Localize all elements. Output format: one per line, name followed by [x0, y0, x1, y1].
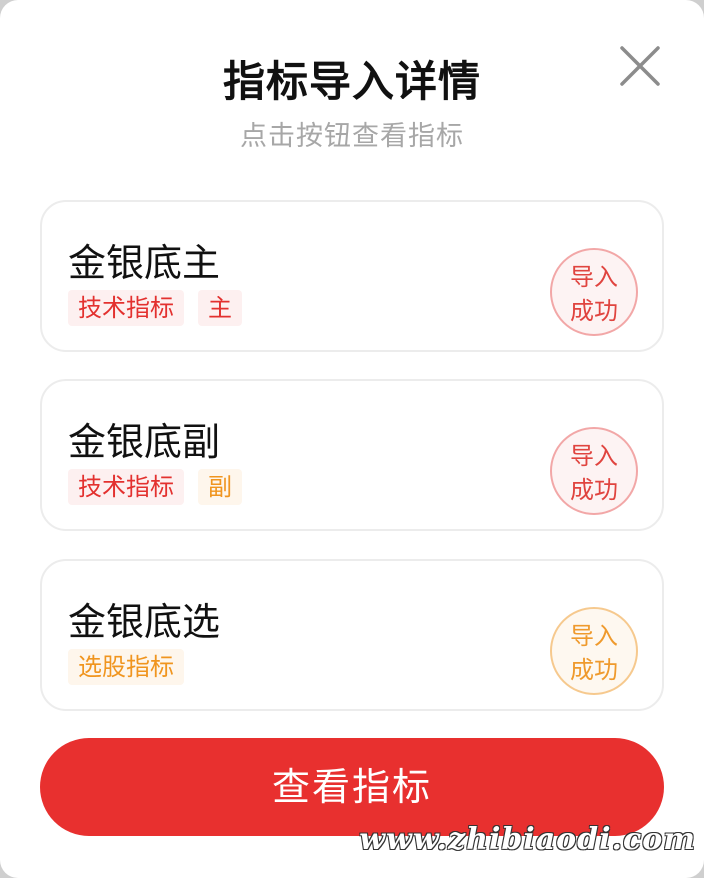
tag-category: 选股指标 [68, 649, 184, 685]
indicator-card: 金银底选 选股指标 导入 成功 [40, 559, 664, 711]
stamp-line-1: 导入 [570, 442, 618, 470]
import-details-dialog: 指标导入详情 点击按钮查看指标 金银底主 技术指标 主 导入 成功 金银底副 技… [0, 0, 704, 878]
stamp-line-2: 成功 [570, 476, 618, 504]
tag-list: 选股指标 [68, 649, 184, 685]
indicator-name: 金银底副 [68, 420, 221, 464]
tag-category: 技术指标 [68, 290, 184, 326]
stamp-line-2: 成功 [570, 656, 618, 684]
tag-category: 技术指标 [68, 469, 184, 505]
import-success-stamp: 导入 成功 [550, 607, 638, 695]
close-icon[interactable] [618, 44, 662, 88]
stamp-line-2: 成功 [570, 297, 618, 325]
site-watermark: www.zhibiaodi.com [359, 822, 696, 857]
tag-list: 技术指标 副 [68, 469, 242, 505]
indicator-card: 金银底主 技术指标 主 导入 成功 [40, 200, 664, 352]
tag-type: 副 [198, 469, 242, 505]
tag-type: 主 [198, 290, 242, 326]
stamp-line-1: 导入 [570, 263, 618, 291]
indicator-name: 金银底主 [68, 241, 221, 285]
import-success-stamp: 导入 成功 [550, 248, 638, 336]
dialog-subtitle: 点击按钮查看指标 [240, 121, 464, 152]
indicator-name: 金银底选 [68, 600, 221, 644]
stamp-line-1: 导入 [570, 622, 618, 650]
indicator-card: 金银底副 技术指标 副 导入 成功 [40, 379, 664, 531]
import-success-stamp: 导入 成功 [550, 427, 638, 515]
dialog-title: 指标导入详情 [222, 57, 481, 106]
tag-list: 技术指标 主 [68, 290, 242, 326]
